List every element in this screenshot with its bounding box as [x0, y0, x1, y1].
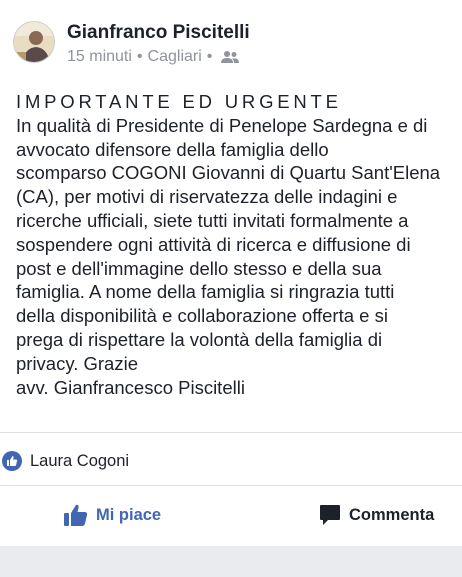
- post-text-line: In qualità di Presidente di Penelope Sar…: [16, 114, 428, 136]
- post-time[interactable]: 15 minuti: [67, 48, 132, 66]
- post-text-line: famiglia. A nome della famiglia si ringr…: [16, 281, 395, 303]
- feed-background: [0, 546, 462, 577]
- like-button[interactable]: Mi piace: [64, 497, 161, 533]
- like-label: Mi piace: [96, 505, 162, 524]
- post-actions: Mi piace Commenta: [0, 497, 462, 537]
- post-text: IMPORTANTE ED URGENTE In qualità di Pres…: [16, 90, 462, 399]
- comment-icon: [320, 505, 340, 525]
- post-header: Gianfranco Piscitelli 15 minuti • Caglia…: [0, 0, 462, 80]
- avatar[interactable]: [13, 21, 55, 63]
- post-text-line: privacy. Grazie: [16, 352, 138, 374]
- post-text-line: sospendere ogni attività di ricerca e di…: [16, 233, 411, 255]
- comment-button[interactable]: Commenta: [319, 497, 434, 533]
- divider: [0, 485, 462, 486]
- meta-separator: •: [136, 48, 143, 65]
- post-text-line: post e dell'immagine dello stesso e dell…: [16, 257, 382, 279]
- friends-icon[interactable]: [221, 50, 240, 64]
- post-meta: 15 minuti • Cagliari •: [67, 48, 240, 66]
- post-location[interactable]: Cagliari: [148, 48, 202, 66]
- post-text-line: avv. Gianfrancesco Piscitelli: [16, 376, 245, 398]
- post-text-line: prega di rispettare la volontà della fam…: [16, 328, 383, 350]
- meta-separator: •: [206, 48, 213, 65]
- thumbs-up-icon: [64, 504, 88, 526]
- post-text-line: scomparso COGONI Giovanni di Quartu Sant…: [16, 162, 441, 184]
- divider: [0, 432, 462, 433]
- author-name[interactable]: Gianfranco Piscitelli: [67, 22, 250, 44]
- post-text-line: della disponibilità e collaborazione off…: [16, 305, 388, 327]
- comment-label: Commenta: [349, 505, 435, 524]
- like-icon: [2, 451, 22, 471]
- post-text-line: (CA), per motivi di riservatezza delle i…: [16, 186, 398, 208]
- post-text-line: ricerche ufficiali, siete tutti invitati…: [16, 209, 409, 231]
- reaction-names[interactable]: Laura Cogoni: [30, 452, 129, 471]
- reactions-summary[interactable]: Laura Cogoni: [0, 447, 129, 475]
- post-text-line: avvocato difensore della famiglia dello: [16, 138, 329, 160]
- post-text-line: IMPORTANTE ED URGENTE: [16, 91, 342, 112]
